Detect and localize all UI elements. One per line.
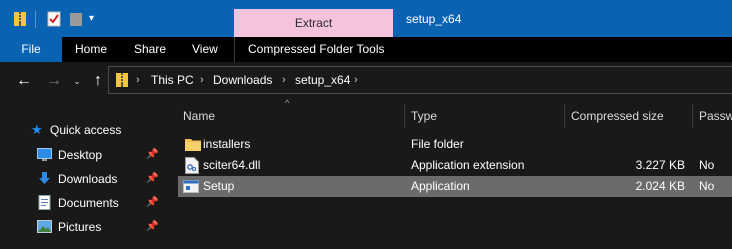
file-row-selected[interactable]: Setup Application 2.024 KB No [178, 176, 732, 197]
extract-context-tab-label: Extract [294, 16, 333, 30]
column-header-name[interactable]: Name [183, 104, 215, 128]
star-icon: ★ [31, 122, 43, 137]
desktop-icon [37, 148, 52, 161]
nav-quick-access[interactable]: Quick access [50, 120, 121, 140]
up-arrow-icon[interactable]: ↑ [88, 71, 108, 91]
pin-icon[interactable]: 📌 [146, 149, 158, 161]
window-title: setup_x64 [406, 12, 462, 26]
nav-downloads[interactable]: Downloads [58, 169, 117, 189]
forward-arrow-icon[interactable]: → [44, 71, 64, 91]
zip-folder-icon [116, 73, 128, 87]
tab-share[interactable]: Share [134, 37, 166, 62]
tab-view[interactable]: View [192, 37, 218, 62]
application-icon [183, 180, 199, 193]
file-compressed-size: 2.024 KB [635, 179, 685, 193]
properties-icon[interactable] [47, 11, 61, 27]
file-password: No [699, 179, 715, 193]
column-divider[interactable] [564, 104, 565, 128]
file-name: sciter64.dll [203, 158, 261, 172]
tab-file[interactable]: File [0, 37, 62, 62]
new-folder-icon[interactable] [69, 11, 83, 27]
zip-folder-icon [14, 12, 26, 26]
pin-icon[interactable]: 📌 [146, 221, 158, 233]
file-type: File folder [411, 137, 464, 151]
nav-desktop[interactable]: Desktop [58, 145, 102, 165]
ribbon-divider [234, 37, 235, 62]
breadcrumb-separator-icon[interactable]: › [354, 66, 358, 94]
column-divider[interactable] [692, 104, 693, 128]
recent-locations-chevron-icon[interactable]: ⌄ [70, 71, 84, 91]
quick-access-divider [35, 10, 36, 28]
dll-file-icon [185, 157, 199, 174]
nav-documents[interactable]: Documents [58, 193, 119, 213]
file-compressed-size: 3.227 KB [635, 158, 685, 172]
file-type: Application extension [411, 158, 525, 172]
breadcrumb-downloads[interactable]: Downloads [213, 66, 272, 94]
customize-toolbar-icon[interactable]: ▾ [89, 11, 94, 27]
documents-icon [38, 195, 51, 210]
folder-icon [185, 139, 201, 151]
breadcrumb-separator-icon[interactable]: › [136, 66, 140, 94]
column-divider[interactable] [404, 104, 405, 128]
tab-compressed-folder-tools[interactable]: Compressed Folder Tools [248, 37, 385, 62]
breadcrumb-this-pc[interactable]: This PC [151, 66, 194, 94]
column-header-type[interactable]: Type [411, 104, 437, 128]
pin-icon[interactable]: 📌 [146, 173, 158, 185]
breadcrumb-separator-icon[interactable]: › [200, 66, 204, 94]
column-header-compressed-size[interactable]: Compressed size [571, 104, 664, 128]
file-name: Setup [203, 179, 235, 193]
file-password: No [699, 158, 715, 172]
column-header-password[interactable]: Passw [699, 104, 732, 128]
file-type: Application [411, 179, 470, 193]
nav-pictures[interactable]: Pictures [58, 217, 101, 237]
sort-ascending-icon: ^ [285, 98, 290, 108]
file-row[interactable]: sciter64.dll Application extension 3.227… [178, 155, 732, 176]
downloads-icon [39, 172, 50, 184]
tab-home[interactable]: Home [75, 37, 107, 62]
pictures-icon [37, 220, 52, 233]
file-name: installers [203, 137, 251, 151]
breadcrumb-setup-x64[interactable]: setup_x64 [295, 66, 350, 94]
pin-icon[interactable]: 📌 [146, 197, 158, 209]
breadcrumb-separator-icon[interactable]: › [282, 66, 286, 94]
back-arrow-icon[interactable]: ← [14, 71, 34, 91]
file-row[interactable]: installers File folder [178, 134, 732, 155]
